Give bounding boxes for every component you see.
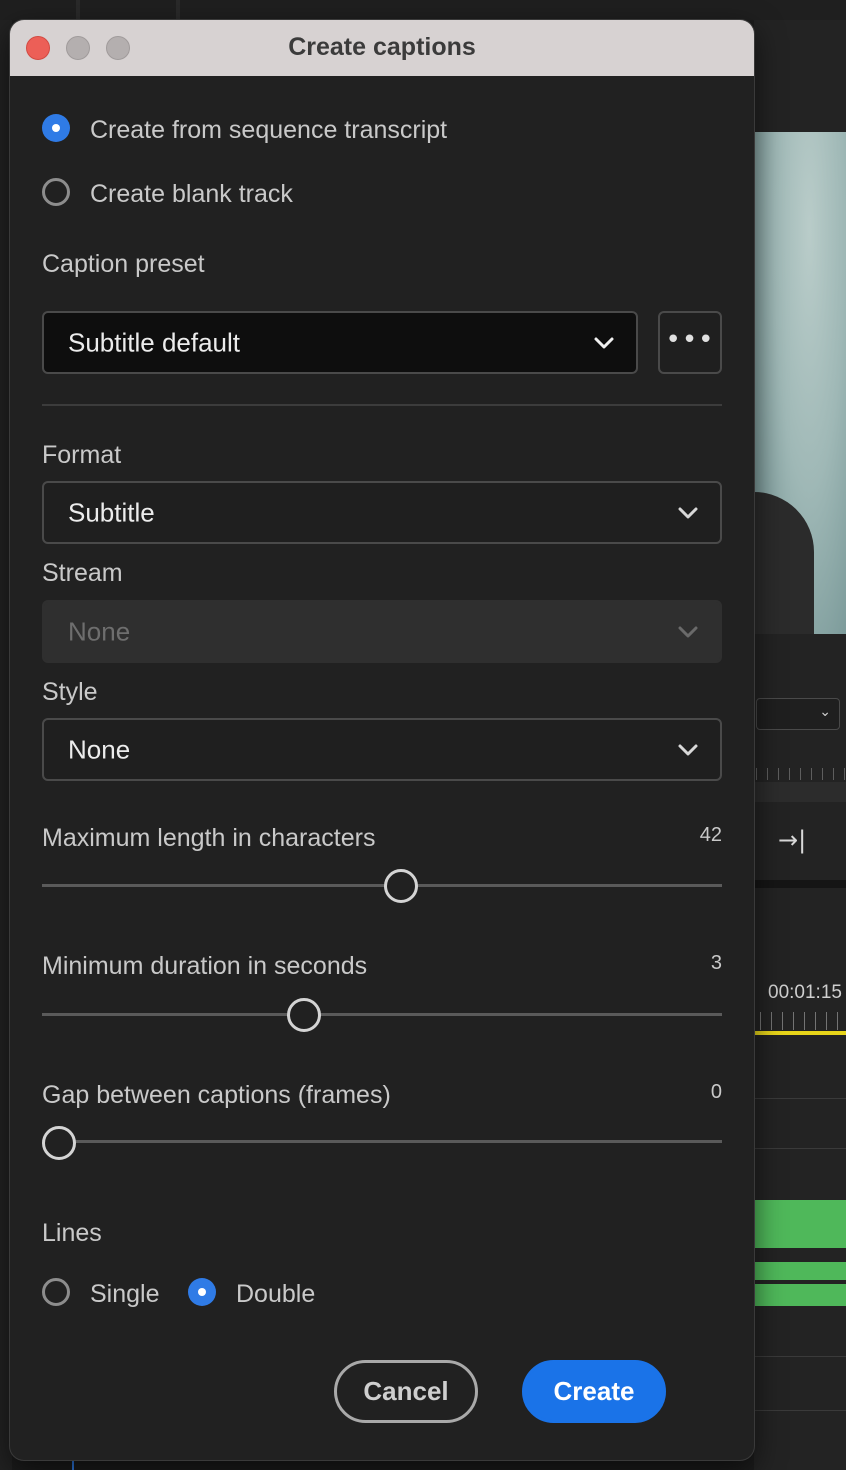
- format-value: Subtitle: [68, 497, 155, 527]
- chevron-down-icon: [678, 626, 698, 637]
- style-value: None: [68, 734, 131, 764]
- caption-preset-more-button[interactable]: •••: [658, 311, 722, 374]
- radio-create-from-transcript[interactable]: [42, 114, 70, 142]
- chevron-down-icon: [594, 337, 614, 348]
- min-duration-slider-track[interactable]: [42, 1013, 722, 1016]
- dialog-titlebar: Create captions: [10, 20, 754, 76]
- radio-create-blank-track[interactable]: [42, 178, 70, 206]
- create-button[interactable]: Create: [522, 1360, 666, 1423]
- max-length-value: 42: [699, 824, 722, 846]
- timeline-clip[interactable]: [754, 1200, 846, 1248]
- format-label: Format: [42, 441, 122, 469]
- monitor-ruler: [756, 768, 846, 780]
- program-monitor-video: [754, 132, 846, 634]
- timeline-clip[interactable]: [754, 1262, 846, 1280]
- track-divider: [754, 1148, 846, 1149]
- lines-label: Lines: [42, 1219, 102, 1247]
- more-horizontal-icon: •••: [665, 325, 715, 355]
- create-captions-dialog: Create captions Create from sequence tra…: [10, 20, 754, 1460]
- radio-label-single[interactable]: Single: [90, 1280, 160, 1309]
- background-toolbar: [0, 0, 846, 20]
- panel-separator: [754, 880, 846, 888]
- monitor-dropdown[interactable]: ⌄: [756, 698, 840, 730]
- radio-label-transcript[interactable]: Create from sequence transcript: [90, 116, 447, 145]
- caption-preset-dropdown[interactable]: Subtitle default: [42, 311, 638, 374]
- max-length-slider-track[interactable]: [42, 884, 722, 887]
- gap-frames-value: 0: [710, 1081, 722, 1103]
- min-duration-slider-thumb[interactable]: [287, 998, 322, 1032]
- track-divider: [754, 1356, 846, 1357]
- stream-dropdown: None: [42, 600, 722, 663]
- stream-label: Stream: [42, 559, 123, 587]
- chevron-down-icon: [678, 744, 698, 755]
- dialog-title: Create captions: [288, 33, 476, 61]
- caption-preset-value: Subtitle default: [68, 327, 241, 357]
- style-dropdown[interactable]: None: [42, 718, 722, 781]
- cancel-button[interactable]: Cancel: [334, 1360, 478, 1423]
- chevron-down-icon: ⌄: [819, 703, 831, 719]
- max-length-slider-thumb[interactable]: [384, 869, 419, 903]
- track-divider: [754, 1098, 846, 1099]
- timeline-timecode: 00:01:15: [768, 982, 842, 1003]
- section-divider: [42, 404, 722, 406]
- stream-value: None: [68, 616, 131, 646]
- radio-lines-double[interactable]: [188, 1278, 216, 1306]
- gap-frames-label: Gap between captions (frames): [42, 1081, 391, 1109]
- min-duration-label: Minimum duration in seconds: [42, 952, 368, 980]
- chevron-down-icon: [678, 507, 698, 518]
- timeline-clip[interactable]: [754, 1284, 846, 1306]
- toolbar-divider: [176, 0, 180, 20]
- radio-label-double[interactable]: Double: [236, 1280, 315, 1309]
- track-divider: [754, 1410, 846, 1411]
- radio-lines-single[interactable]: [42, 1278, 70, 1306]
- caption-preset-label: Caption preset: [42, 250, 205, 278]
- min-duration-value: 3: [710, 952, 722, 974]
- gap-frames-slider-track[interactable]: [42, 1140, 722, 1143]
- timeline-work-area: [754, 1031, 846, 1035]
- gap-frames-slider-thumb[interactable]: [42, 1126, 76, 1160]
- max-length-label: Maximum length in characters: [42, 824, 376, 852]
- format-dropdown[interactable]: Subtitle: [42, 481, 722, 544]
- radio-label-blank-track[interactable]: Create blank track: [90, 180, 293, 209]
- timeline-ruler[interactable]: [760, 1012, 846, 1030]
- go-to-out-icon[interactable]: →|: [778, 826, 806, 854]
- monitor-scrubber[interactable]: [754, 782, 846, 802]
- toolbar-divider: [76, 0, 80, 20]
- style-label: Style: [42, 678, 98, 706]
